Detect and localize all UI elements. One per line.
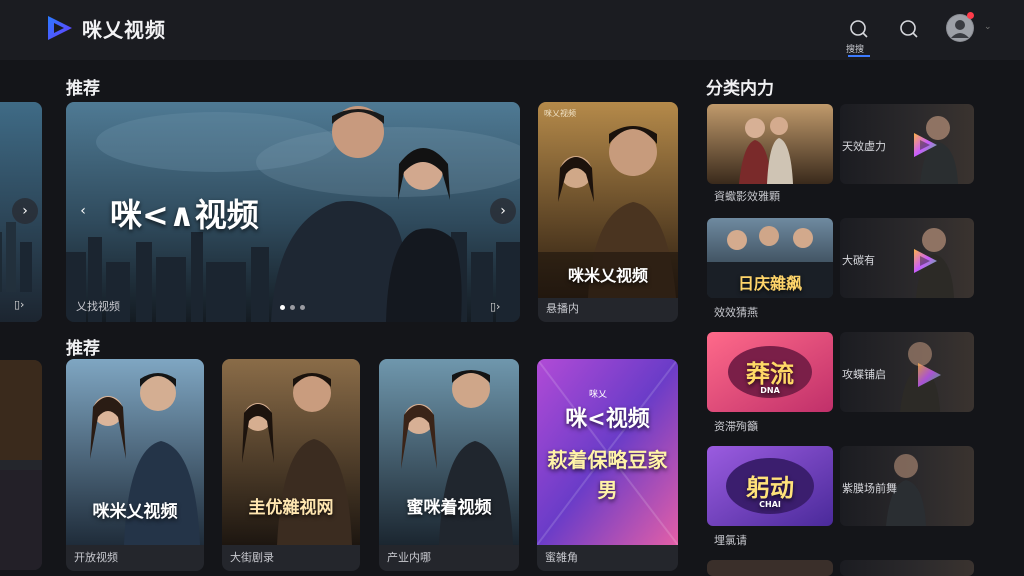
search-icon[interactable] (848, 18, 870, 40)
carousel-pagination (280, 305, 305, 310)
section-title-recommend: 推荐 (66, 339, 100, 359)
category-card-5[interactable] (707, 560, 833, 576)
poster-subtitle: CHAI (759, 500, 781, 509)
category-thumb-5[interactable] (840, 560, 974, 576)
poster-title: 咪米乂视频 (92, 502, 178, 522)
search-icon[interactable] (898, 18, 920, 40)
top-bar: 咪乂视频 搜搜 ⌄ (0, 0, 1024, 60)
hero-banner[interactable]: 咪<∧视频 乂找视频 ‹ › ▯› (66, 102, 520, 322)
app-logo[interactable]: 咪乂视频 (44, 12, 166, 44)
featured-side-card[interactable]: 咪乂视频 咪米乂视频 悬播内 (538, 102, 678, 322)
search-tab-label[interactable]: 搜搜 (846, 42, 864, 55)
poster-title: 莽流 (746, 360, 794, 388)
card-caption: 产业内哪 (387, 551, 431, 564)
carousel-prev-button[interactable]: › (12, 198, 38, 224)
category-side-text: 天效虚力 (842, 140, 886, 153)
card-caption: 开放视频 (74, 551, 118, 564)
poster-title: 躬动 (746, 474, 794, 502)
app-name: 咪乂视频 (82, 17, 166, 42)
recommend-card-4[interactable]: 咪乂 咪<视频 萩着保略豆家男 蜜雑角 (537, 359, 678, 571)
active-tab-indicator (848, 55, 870, 57)
poster-image (707, 104, 833, 184)
poster-subtitle: DNA (760, 386, 780, 395)
category-label: 效效猜燕 (714, 306, 758, 319)
recommend-card-1[interactable]: 咪米乂视频 开放视频 (66, 359, 204, 571)
external-link-icon[interactable]: ▯› (490, 300, 500, 313)
external-link-icon[interactable]: ▯› (14, 298, 24, 311)
poster-subtitle: 萩着保略豆家男 (547, 448, 668, 502)
card-caption: 悬播内 (546, 302, 579, 315)
pagination-dot[interactable] (290, 305, 295, 310)
card-caption: 大街剧录 (230, 551, 274, 564)
category-card-4[interactable]: 躬动 CHAI (707, 446, 833, 526)
poster-title: 蜜咪着视频 (406, 498, 492, 518)
card-badge: 咪乂 (589, 390, 608, 400)
section-title-category: 分类内力 (706, 79, 774, 99)
category-card-1[interactable] (707, 104, 833, 184)
hero-next-button[interactable]: › (490, 198, 516, 224)
card-caption: 蜜雑角 (545, 551, 578, 564)
row-peek-card[interactable] (0, 360, 42, 570)
hero-title: 咪<∧视频 (110, 196, 259, 234)
category-label: 资滞殉籲 (714, 420, 758, 433)
play-icon[interactable] (910, 246, 940, 276)
pagination-dot[interactable] (300, 305, 305, 310)
section-title-featured: 推荐 (66, 79, 100, 99)
logo-play-icon (48, 16, 72, 40)
poster-title: 日庆雜飙 (737, 274, 802, 293)
category-label: 埋氯请 (714, 534, 747, 547)
hero-prev-button[interactable]: ‹ (70, 198, 96, 224)
poster-title: 圭优雜视网 (248, 498, 334, 518)
notification-dot (967, 12, 974, 19)
poster-title: 咪<视频 (565, 407, 650, 432)
category-card-2[interactable]: 日庆雜飙 (707, 218, 833, 298)
category-side-text: 攻蝶铺启 (842, 368, 886, 381)
recommend-card-3[interactable]: 蜜咪着视频 产业内哪 (379, 359, 519, 571)
play-icon[interactable] (914, 360, 944, 390)
hero-watermark: 乂找视频 (76, 300, 120, 313)
pagination-dot[interactable] (280, 305, 285, 310)
category-side-text: 紫膜场前舞 (842, 482, 897, 495)
category-label: 資蠍影效雅顆 (714, 190, 780, 203)
play-icon[interactable] (910, 130, 940, 160)
poster-title: 咪米乂视频 (567, 266, 648, 285)
category-side-text: 大碳有 (842, 254, 875, 267)
poster-image (0, 360, 42, 570)
recommend-card-2[interactable]: 圭优雜视网 大街剧录 (222, 359, 360, 571)
category-card-3[interactable]: 莽流 DNA (707, 332, 833, 412)
card-badge: 咪乂视频 (544, 109, 576, 118)
chevron-down-icon[interactable]: ⌄ (984, 22, 992, 32)
